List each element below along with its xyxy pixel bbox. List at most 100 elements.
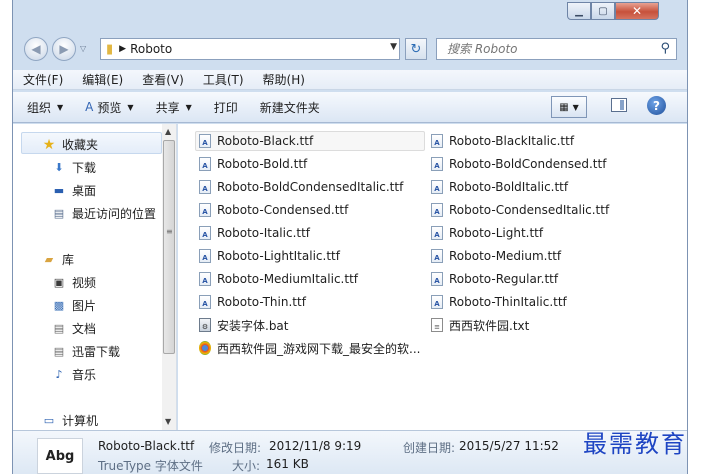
back-button[interactable]: ◀ [24, 37, 48, 61]
font-file-icon: A [199, 157, 211, 171]
new-folder-label: 新建文件夹 [259, 100, 320, 115]
search-input[interactable] [445, 41, 649, 57]
music-icon: ♪ [55, 368, 63, 381]
help-button[interactable]: ? [647, 96, 666, 115]
details-created-value: 2015/5/27 11:52 [459, 439, 559, 453]
file-name: Roboto-BoldCondensed.ttf [449, 157, 607, 171]
file-item[interactable]: A Roboto-LightItalic.ttf [199, 246, 340, 266]
nav-pictures[interactable]: ▩ 图片 [51, 297, 96, 314]
new-folder-button[interactable]: 新建文件夹 [260, 99, 320, 116]
scroll-up-icon[interactable]: ▲ [165, 127, 171, 136]
font-file-icon: A [431, 180, 443, 194]
nav-libraries[interactable]: ▰ 库 [41, 251, 74, 268]
search-icon[interactable]: ⚲ [660, 41, 670, 56]
nav-music[interactable]: ♪ 音乐 [51, 366, 96, 383]
font-file-icon: A [431, 295, 443, 309]
file-name: Roboto-ThinItalic.ttf [449, 295, 567, 309]
scroll-down-icon[interactable]: ▼ [165, 417, 171, 426]
thunder-folder-icon: ▤ [53, 345, 65, 358]
address-path[interactable]: Roboto [130, 42, 172, 56]
address-dropdown-icon[interactable]: ▼ [390, 42, 397, 52]
nav-documents[interactable]: ▤ 文档 [51, 320, 96, 337]
search-box[interactable]: ⚲ [436, 38, 677, 60]
thumbnail-text: Abg [45, 448, 75, 464]
file-name: Roboto-BoldCondensedItalic.ttf [217, 180, 404, 194]
file-item[interactable]: A Roboto-Regular.ttf [431, 269, 558, 289]
preview-button[interactable]: A 预览 ▼ [85, 99, 133, 116]
nav-computer[interactable]: ▭ 计算机 [41, 412, 98, 429]
details-size-label: 大小: [232, 459, 261, 473]
file-name: Roboto-Light.ttf [449, 226, 544, 240]
help-icon: ? [653, 98, 660, 113]
file-item[interactable]: A Roboto-ThinItalic.ttf [431, 292, 567, 312]
nav-desktop[interactable]: ▬ 桌面 [51, 182, 96, 199]
font-file-icon: A [431, 249, 443, 263]
file-item[interactable]: A Roboto-BoldItalic.ttf [431, 177, 568, 197]
file-name: Roboto-Condensed.ttf [217, 203, 349, 217]
file-item[interactable]: A Roboto-Medium.ttf [431, 246, 561, 266]
nav-downloads-label: 下载 [72, 161, 97, 175]
address-row: ◀ ▶ ▽ ▮ ▶ Roboto ▼ ↻ ⚲ [12, 34, 688, 64]
view-grid-icon: ▦ [559, 101, 569, 113]
preview-pane-button[interactable] [611, 98, 627, 112]
text-file-icon: ≡ [431, 318, 443, 332]
file-name: Roboto-BlackItalic.ttf [449, 134, 575, 148]
preview-label: 预览 [97, 100, 122, 115]
recent-places-icon: ▤ [53, 207, 65, 220]
refresh-button[interactable]: ↻ [405, 38, 427, 60]
nav-favorites[interactable]: ★ 收藏夹 [41, 136, 98, 153]
file-item[interactable]: A Roboto-BoldCondensedItalic.ttf [199, 177, 403, 197]
nav-thunder[interactable]: ▤ 迅雷下载 [51, 343, 120, 360]
font-file-icon: A [199, 295, 211, 309]
file-name: 西西软件园_游戏网下载_最安全的软... [217, 341, 421, 356]
nav-scrollbar[interactable]: ▲ ≡ ▼ [162, 124, 176, 430]
share-button[interactable]: 共享 ▼ [156, 99, 192, 116]
address-bar[interactable]: ▮ ▶ Roboto ▼ [100, 38, 400, 60]
forward-button[interactable]: ▶ [52, 37, 76, 61]
file-name: Roboto-BoldItalic.ttf [449, 180, 569, 194]
file-item[interactable]: ≡ 西西软件园.txt [431, 315, 529, 335]
video-icon: ▣ [53, 276, 65, 289]
menu-tools[interactable]: 工具(T) [193, 71, 253, 88]
font-file-icon: A [431, 134, 443, 148]
back-arrow-icon: ◀ [31, 42, 41, 56]
scroll-grip-icon: ≡ [166, 227, 173, 236]
file-item[interactable]: A Roboto-Bold.ttf [199, 154, 307, 174]
organize-button[interactable]: 组织 ▼ [27, 99, 63, 116]
nav-videos[interactable]: ▣ 视频 [51, 274, 96, 291]
file-item[interactable]: A Roboto-BoldCondensed.ttf [431, 154, 606, 174]
file-item[interactable]: 西西软件园_游戏网下载_最安全的软... [199, 338, 420, 358]
menu-edit[interactable]: 编辑(E) [72, 71, 132, 88]
close-button[interactable]: ✕ [615, 2, 659, 20]
change-view-button[interactable]: ▦ ▼ [551, 96, 587, 118]
batch-file-icon: ⚙ [199, 318, 211, 332]
nav-videos-label: 视频 [72, 276, 97, 290]
file-item[interactable]: A Roboto-Thin.ttf [199, 292, 306, 312]
file-item[interactable]: A Roboto-Black.ttf [195, 131, 425, 151]
file-item[interactable]: ⚙ 安装字体.bat [199, 315, 289, 335]
file-name: Roboto-MediumItalic.ttf [217, 272, 358, 286]
print-button[interactable]: 打印 [214, 99, 238, 116]
file-item[interactable]: A Roboto-Condensed.ttf [199, 200, 348, 220]
file-name: 西西软件园.txt [449, 318, 530, 333]
file-item[interactable]: A Roboto-Italic.ttf [199, 223, 310, 243]
menu-help[interactable]: 帮助(H) [253, 71, 314, 88]
minimize-button[interactable]: ▁ [567, 2, 591, 20]
font-file-icon: A [431, 157, 443, 171]
file-item[interactable]: A Roboto-BlackItalic.ttf [431, 131, 574, 151]
file-item[interactable]: A Roboto-Light.ttf [431, 223, 543, 243]
menu-view[interactable]: 查看(V) [132, 71, 193, 88]
nav-recent[interactable]: ▤ 最近访问的位置 [51, 205, 156, 222]
file-item[interactable]: A Roboto-CondensedItalic.ttf [431, 200, 609, 220]
menu-file[interactable]: 文件(F) [13, 71, 72, 88]
history-dropdown[interactable]: ▽ [80, 44, 86, 53]
scroll-thumb[interactable] [163, 140, 175, 354]
nav-computer-label: 计算机 [62, 414, 99, 428]
font-file-icon: A [199, 249, 211, 263]
nav-music-label: 音乐 [72, 368, 97, 382]
nav-downloads[interactable]: ⬇ 下载 [51, 159, 96, 176]
font-file-icon: A [431, 203, 443, 217]
maximize-button[interactable]: ▢ [591, 2, 615, 20]
file-item[interactable]: A Roboto-MediumItalic.ttf [199, 269, 358, 289]
star-icon: ★ [42, 136, 56, 153]
